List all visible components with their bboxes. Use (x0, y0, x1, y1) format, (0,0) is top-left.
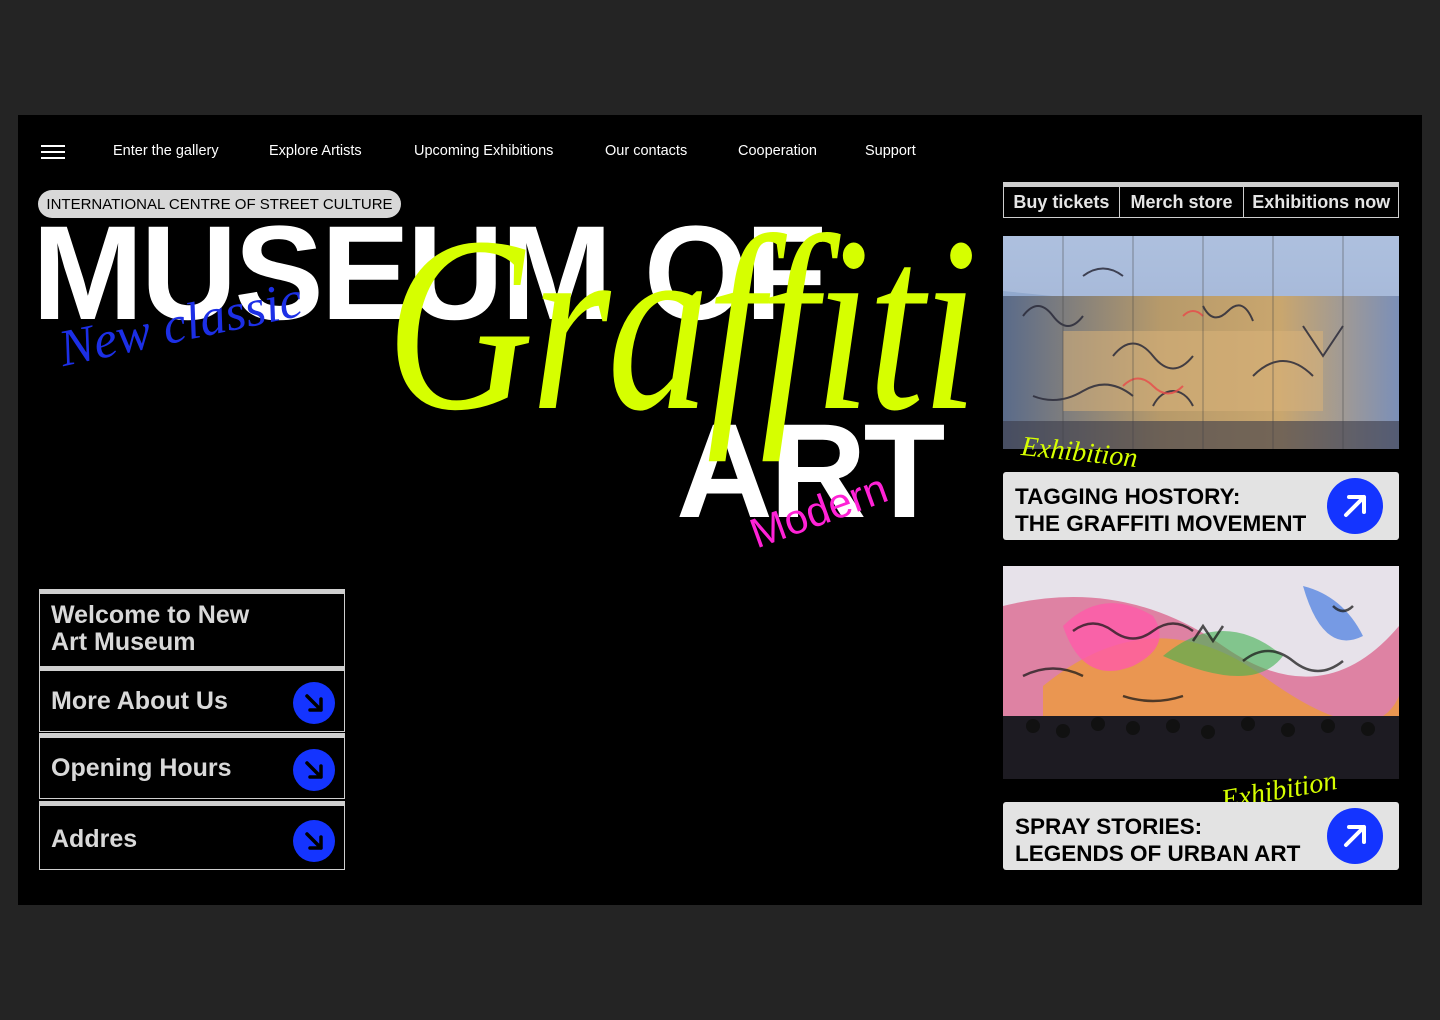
exhibition-card-2[interactable]: SPRAY STORIES: LEGENDS OF URBAN ART (1003, 802, 1399, 870)
nav-our-contacts[interactable]: Our contacts (605, 143, 687, 159)
panel-item-more-about-us[interactable]: More About Us (39, 666, 345, 732)
exhibition-photo-2[interactable] (1003, 566, 1399, 779)
welcome-line-2: Art Museum (51, 628, 196, 656)
panel-item-label: Opening Hours (51, 754, 232, 782)
nav-support[interactable]: Support (865, 143, 916, 159)
arrow-up-right-icon[interactable] (1327, 478, 1383, 534)
nav-cooperation[interactable]: Cooperation (738, 143, 817, 159)
arrow-down-right-icon[interactable] (293, 749, 335, 791)
tab-buy-tickets[interactable]: Buy tickets (1004, 187, 1119, 217)
exhibition-photo-1[interactable] (1003, 236, 1399, 449)
nav-upcoming-exhibitions[interactable]: Upcoming Exhibitions (414, 143, 553, 159)
exhibition-title-1: TAGGING HOSTORY: THE GRAFFITI MOVEMENT (1015, 483, 1306, 537)
arrow-up-right-icon[interactable] (1327, 808, 1383, 864)
exhibition-title-line-1: SPRAY STORIES: (1015, 814, 1203, 839)
exhibition-title-line-1: TAGGING HOSTORY: (1015, 484, 1241, 509)
arrow-down-right-icon[interactable] (293, 820, 335, 862)
nav-enter-gallery[interactable]: Enter the gallery (113, 143, 219, 159)
exhibition-card-1[interactable]: TAGGING HOSTORY: THE GRAFFITI MOVEMENT (1003, 472, 1399, 540)
nav-explore-artists[interactable]: Explore Artists (269, 143, 362, 159)
panel-item-opening-hours[interactable]: Opening Hours (39, 733, 345, 799)
welcome-line-1: Welcome to New (51, 601, 250, 629)
panel-item-label: Addres (51, 825, 138, 853)
page-frame: Enter the gallery Explore Artists Upcomi… (18, 115, 1422, 905)
exhibition-title-2: SPRAY STORIES: LEGENDS OF URBAN ART (1015, 813, 1300, 867)
welcome-panel: Welcome to New Art Museum (39, 589, 345, 670)
exhibition-title-line-2: THE GRAFFITI MOVEMENT (1015, 511, 1307, 536)
hamburger-icon[interactable] (41, 145, 65, 161)
panel-item-addres[interactable]: Addres (39, 801, 345, 870)
panel-item-label: More About Us (51, 687, 228, 715)
hero-title-graffiti: Graffiti (386, 186, 978, 463)
top-tabs: Buy tickets Merch store Exhibitions now (1003, 182, 1399, 218)
arrow-down-right-icon[interactable] (293, 682, 335, 724)
exhibition-title-line-2: LEGENDS OF URBAN ART (1015, 841, 1301, 866)
tab-exhibitions-now[interactable]: Exhibitions now (1243, 187, 1398, 217)
tab-merch-store[interactable]: Merch store (1118, 187, 1244, 217)
